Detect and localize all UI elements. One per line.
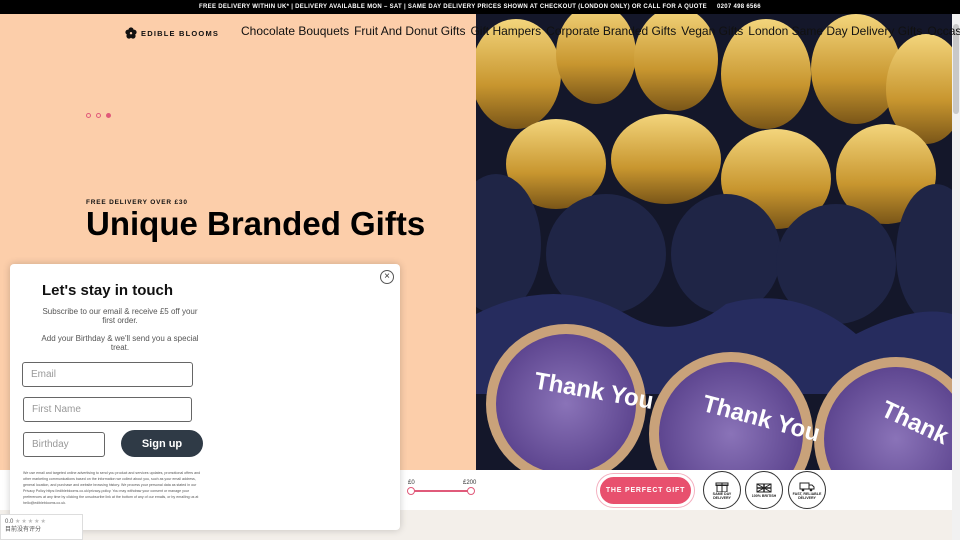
newsletter-popup: × Let's stay in touch Subscribe to our e…: [10, 264, 400, 530]
logo-text: EDIBLE BLOOMS: [141, 28, 220, 38]
rating-stars: ★★★★★: [15, 519, 47, 525]
main-nav: Chocolate Bouquets Fruit And Donut Gifts…: [241, 24, 960, 38]
nav-corporate-branded-gifts[interactable]: Corporate Branded Gifts: [546, 24, 676, 38]
page-scrollbar[interactable]: [952, 14, 960, 540]
popup-title: Let's stay in touch: [41, 282, 174, 299]
nav-fruit-and-donut-gifts[interactable]: Fruit And Donut Gifts: [354, 24, 465, 38]
perfect-gift-button[interactable]: THE PERFECT GIFT: [597, 474, 694, 507]
announcement-bar: FREE DELIVERY WITHIN UK* | DELIVERY AVAI…: [0, 0, 960, 14]
badge-same-day-delivery: SAME DAY DELIVERY: [703, 471, 741, 509]
slide-dot-1[interactable]: [86, 113, 91, 118]
union-flag-icon: [756, 483, 772, 493]
nav-gift-hampers[interactable]: Gift Hampers: [470, 24, 541, 38]
hero-image: Thank You Thank You Thank You: [476, 14, 952, 491]
popup-birthday-text: Add your Birthday & we'll send you a spe…: [41, 334, 199, 352]
rating-score: 0.0: [5, 519, 14, 525]
sign-up-button[interactable]: Sign up: [121, 430, 203, 457]
price-min-label: £0: [408, 480, 415, 486]
thank-you-gifts-illustration: Thank You Thank You Thank You: [476, 14, 952, 491]
price-slider-max-handle[interactable]: [467, 487, 475, 495]
site-logo[interactable]: EDIBLE BLOOMS: [125, 27, 219, 39]
badge-label: SAME DAY DELIVERY: [712, 492, 732, 500]
slide-indicators: [86, 113, 111, 118]
price-slider-track[interactable]: [410, 490, 472, 492]
flower-logo-icon: [125, 27, 137, 39]
slide-dot-2[interactable]: [96, 113, 101, 118]
badge-fast-reliable-delivery: FAST, RELIABLE DELIVERY: [788, 471, 826, 509]
rating-label: 目前没有评分: [5, 527, 42, 533]
badge-label: 100% BRITISH: [751, 494, 777, 498]
price-slider-min-handle[interactable]: [407, 487, 415, 495]
email-field[interactable]: Email: [22, 362, 193, 387]
nav-london-same-day-delivery-gifts[interactable]: London Same Day Delivery Gifts: [748, 24, 922, 38]
announcement-text: FREE DELIVERY WITHIN UK* | DELIVERY AVAI…: [199, 4, 707, 10]
gift-box-icon: [715, 482, 729, 492]
price-max-label: £200: [463, 480, 477, 486]
close-popup-button[interactable]: ×: [380, 270, 394, 284]
first-name-field[interactable]: First Name: [23, 397, 192, 422]
birthday-field[interactable]: Birthday: [23, 432, 105, 457]
rating-widget[interactable]: 0.0 ★★★★★ 目前没有评分: [0, 514, 83, 540]
delivery-van-icon: [799, 482, 815, 492]
hero-headline: Unique Branded Gifts: [86, 205, 426, 242]
popup-subscribe-text: Subscribe to our email & receive £5 off …: [42, 307, 198, 325]
phone-number[interactable]: 0207 498 6566: [717, 4, 761, 10]
nav-occasions[interactable]: Occasions: [927, 24, 960, 38]
nav-vegan-gifts[interactable]: Vegan Gifts: [681, 24, 743, 38]
slide-dot-3[interactable]: [106, 113, 111, 118]
badge-100-british: 100% BRITISH: [745, 471, 783, 509]
popup-legal-text: We use email and targeted online adverti…: [23, 471, 201, 505]
badge-label: FAST, RELIABLE DELIVERY: [792, 492, 822, 500]
nav-chocolate-bouquets[interactable]: Chocolate Bouquets: [241, 24, 349, 38]
